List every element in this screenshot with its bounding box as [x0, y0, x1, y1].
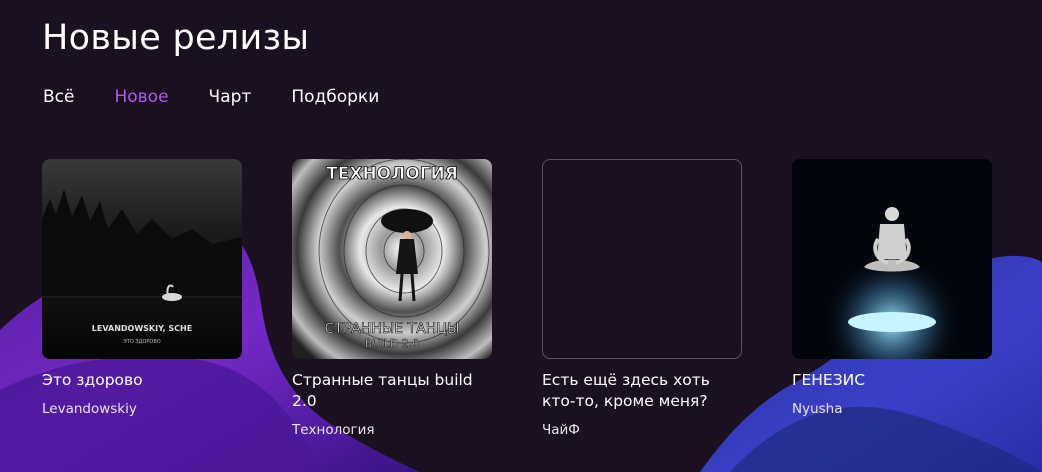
release-title[interactable]: Есть ещё здесь хоть кто-то, кроме меня?: [542, 370, 742, 412]
tab-bar: Всё Новое Чарт Подборки: [43, 86, 419, 108]
tab-chart[interactable]: Чарт: [209, 86, 252, 108]
page-title: Новые релизы: [42, 18, 310, 58]
album-cover[interactable]: [542, 159, 742, 359]
release-title[interactable]: Странные танцы build 2.0: [292, 370, 492, 412]
release-card[interactable]: LEVANDOWSKIY, SCHE ЭТО ЗДОРОВО Это здоро…: [42, 159, 242, 418]
album-cover[interactable]: LEVANDOWSKIY, SCHE ЭТО ЗДОРОВО: [42, 159, 242, 359]
cover-title-text: ЭТО ЗДОРОВО: [123, 339, 160, 345]
release-artist[interactable]: Levandowskiy: [42, 400, 242, 418]
release-card[interactable]: Есть ещё здесь хоть кто-то, кроме меня? …: [542, 159, 742, 439]
tab-collections[interactable]: Подборки: [291, 86, 379, 108]
cover-band-text: ТЕХНОЛОГИЯ: [326, 164, 458, 184]
cover-album-text: СТРАННЫЕ ТАНЦЫ: [325, 321, 460, 337]
album-cover[interactable]: ТЕХНОЛОГИЯ СТРАННЫЕ ТАНЦЫ BUILD 2.0: [292, 159, 492, 359]
release-card[interactable]: ГЕНЕЗИС Nyusha: [792, 159, 992, 418]
album-cover[interactable]: [792, 159, 992, 359]
cover-artist-text: LEVANDOWSKIY, SCHE: [92, 324, 192, 333]
tab-all[interactable]: Всё: [43, 86, 74, 108]
release-title[interactable]: Это здорово: [42, 370, 242, 391]
release-artist[interactable]: ЧайФ: [542, 421, 742, 439]
release-artist[interactable]: Технология: [292, 421, 492, 439]
tab-new[interactable]: Новое: [114, 86, 168, 108]
release-card[interactable]: ТЕХНОЛОГИЯ СТРАННЫЕ ТАНЦЫ BUILD 2.0 Стра…: [292, 159, 492, 439]
release-artist[interactable]: Nyusha: [792, 400, 992, 418]
cover-build-text: BUILD 2.0: [365, 337, 419, 350]
release-title[interactable]: ГЕНЕЗИС: [792, 370, 992, 391]
